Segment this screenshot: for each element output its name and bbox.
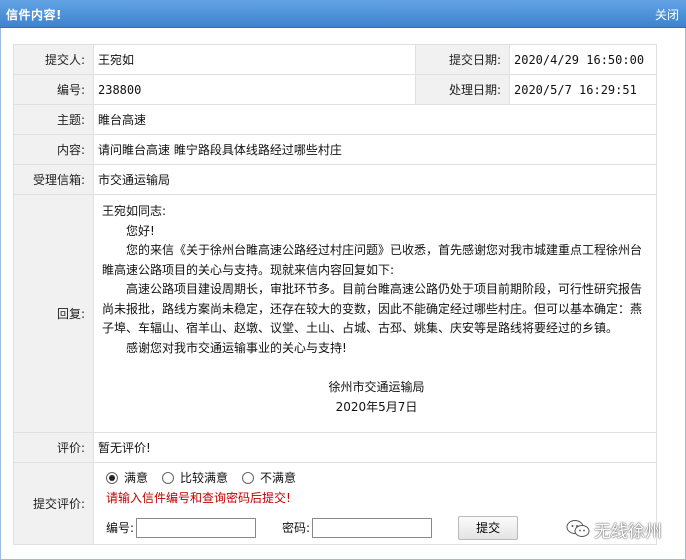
evaluation-label: 评价: (13, 432, 94, 463)
rating-password-label: 密码: (282, 520, 311, 535)
watermark: 无线徐州 (566, 515, 681, 543)
radio-label-unsatisfied: 不满意 (260, 470, 297, 485)
number-value: 238800 (93, 74, 416, 105)
radio-dot-fairly-satisfied[interactable] (162, 471, 175, 484)
submit-evaluation-label: 提交评价: (13, 462, 94, 545)
mailbox-value: 市交通运输局 (93, 164, 657, 195)
rating-warning: 请输入信件编号和查询密码后提交! (106, 490, 291, 505)
window-title: 信件内容! (6, 8, 62, 22)
rating-password-input[interactable] (312, 517, 433, 538)
row-reply: 回复: 王宛如同志: 您好! 您的来信《关于徐州台睢高速公路经过村庄问题》已收悉… (13, 194, 657, 433)
reply-signature: 徐州市交通运输局 (328, 380, 425, 394)
close-button[interactable]: 关闭 (655, 6, 679, 23)
reply-date: 2020年5月7日 (335, 399, 418, 414)
row-submitter: 提交人: 王宛如 提交日期: 2020/4/29 16:50:00 (13, 44, 657, 75)
radio-satisfied[interactable]: 满意 (106, 468, 148, 488)
rating-submit-button[interactable]: 提交 (458, 515, 519, 540)
reply-label: 回复: (13, 194, 94, 433)
mailbox-label: 受理信箱: (13, 164, 94, 195)
rating-number-input[interactable] (136, 517, 257, 538)
row-subject: 主题: 睢台高速 (13, 104, 657, 135)
submit-date-value: 2020/4/29 16:50:00 (509, 44, 657, 75)
evaluation-value: 暂无评价! (93, 432, 657, 463)
submit-date-label: 提交日期: (415, 44, 510, 75)
reply-paragraph-3: 感谢您对我市交通运输事业的关心与支持! (126, 340, 347, 355)
row-submit-evaluation: 提交评价: 满意 比较满意 不满意 请输入信件编号和查询密码后提交! 编号: 密… (13, 462, 657, 545)
submitter-value: 王宛如 (93, 44, 416, 75)
reply-paragraph-1: 您的来信《关于徐州台睢高速公路经过村庄问题》已收悉，首先感谢您对我市城建重点工程… (102, 243, 643, 277)
reply-greeting: 您好! (126, 223, 155, 238)
radio-fairly-satisfied[interactable]: 比较满意 (162, 468, 228, 488)
rating-number-label: 编号: (106, 520, 135, 535)
row-evaluation: 评价: 暂无评价! (13, 432, 657, 463)
reply-body: 王宛如同志: 您好! 您的来信《关于徐州台睢高速公路经过村庄问题》已收悉，首先感… (93, 194, 657, 433)
process-date-value: 2020/5/7 16:29:51 (509, 74, 657, 105)
window-titlebar: 信件内容! 关闭 (0, 0, 686, 28)
subject-value: 睢台高速 (93, 104, 657, 135)
process-date-label: 处理日期: (415, 74, 510, 105)
row-number: 编号: 238800 处理日期: 2020/5/7 16:29:51 (13, 74, 657, 105)
reply-salutation: 王宛如同志: (102, 204, 167, 218)
radio-dot-unsatisfied[interactable] (242, 471, 255, 484)
radio-label-fairly-satisfied: 比较满意 (180, 470, 229, 485)
letter-detail-table: 提交人: 王宛如 提交日期: 2020/4/29 16:50:00 编号: 23… (13, 44, 657, 545)
rating-options: 满意 比较满意 不满意 (106, 468, 656, 488)
watermark-text: 无线徐州 (594, 521, 662, 542)
reply-paragraph-2: 高速公路项目建设周期长，审批环节多。目前台睢高速公路仍处于项目前期阶段，可行性研… (102, 282, 643, 335)
number-label: 编号: (13, 74, 94, 105)
row-mailbox: 受理信箱: 市交通运输局 (13, 164, 657, 195)
radio-label-satisfied: 满意 (124, 470, 149, 485)
subject-label: 主题: (13, 104, 94, 135)
radio-dot-satisfied[interactable] (106, 471, 118, 484)
row-content: 内容: 请问睢台高速 睢宁路段具体线路经过哪些村庄 (13, 134, 657, 165)
radio-unsatisfied[interactable]: 不满意 (242, 468, 296, 488)
content-value: 请问睢台高速 睢宁路段具体线路经过哪些村庄 (93, 134, 657, 165)
content-label: 内容: (13, 134, 94, 165)
wechat-icon (566, 520, 590, 537)
submitter-label: 提交人: (13, 44, 94, 75)
